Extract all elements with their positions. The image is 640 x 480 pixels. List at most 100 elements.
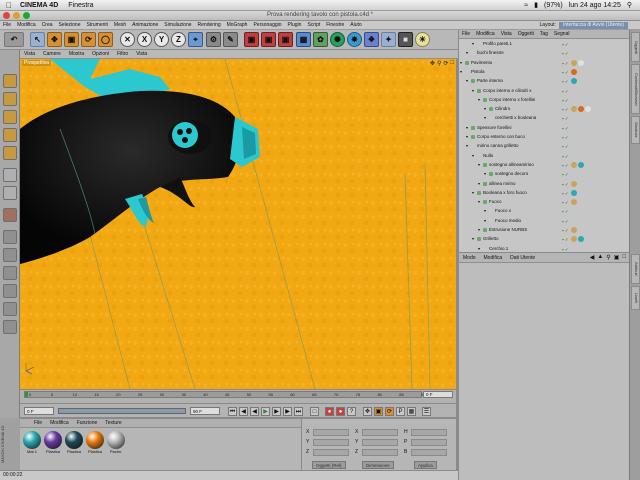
tree-expand-icon[interactable]: ▾ [484,217,486,225]
tag-icon[interactable] [578,161,584,168]
material-swatch[interactable]: Plastica [86,431,104,454]
material-swatch[interactable]: Plastica [44,431,62,454]
tag-icon[interactable] [571,236,577,243]
tag-icon[interactable] [571,189,577,196]
finestra-menu[interactable]: Finestra [68,2,93,9]
lock-icon[interactable]: ▣ [614,254,620,261]
render-view-icon[interactable]: ⚙ [206,32,221,47]
end-frame-field[interactable]: 90 F [190,407,220,415]
object-row[interactable]: ▾ allinea mirino ▪ ✓ [459,180,630,188]
objmgr-menu-oggetti[interactable]: Oggetti [515,31,537,37]
tree-expand-icon[interactable]: ▾ [466,124,468,132]
object-row[interactable]: ▾ mirino canna grilletto ▪ ✓ [459,142,630,150]
tree-expand-icon[interactable]: ▾ [472,189,474,197]
visibility-toggle-icon[interactable]: ▪ ✓ [562,190,569,198]
current-frame-field[interactable]: 0 F [423,391,453,398]
visibility-toggle-icon[interactable]: ▪ ✓ [562,88,569,96]
key-rotation-icon[interactable]: ⟳ [385,407,394,416]
tag-icon[interactable] [571,227,577,233]
tree-expand-icon[interactable]: ▾ [466,77,468,85]
axis-mode-icon[interactable] [3,146,17,160]
object-name[interactable]: Estrusione NURBS [489,226,527,234]
visibility-toggle-icon[interactable]: ▪ ✓ [562,171,569,179]
camera-icon[interactable]: ■ [398,32,413,47]
key-pla-icon[interactable]: ▦ [407,407,416,416]
render-options-icon[interactable]: ▣ [278,32,293,47]
object-row[interactable]: ▾ Cilindro ▪ ✓ [459,105,630,113]
next-key-icon[interactable]: ▶ [283,407,292,416]
tab-attributi[interactable]: Attributi [631,254,640,284]
tag-icon[interactable] [571,199,577,206]
objmgr-menu-segnal[interactable]: Segnal [551,31,573,37]
wifi-icon[interactable]: ≈ [524,2,528,9]
visibility-toggle-icon[interactable]: ▪ ✓ [562,218,569,226]
goto-end-icon[interactable]: ⏭ [294,407,303,416]
start-frame-field[interactable]: 0 F [24,407,54,415]
object-name[interactable]: allinea mirino [489,180,516,188]
perspective-viewport[interactable]: Prospettiva ✥ ⚲ ⟳ □ [20,59,456,389]
close-axis-icon[interactable]: ✕ [120,32,135,47]
solo-icon[interactable] [3,302,17,316]
coord-rot-b-field[interactable] [411,449,447,456]
back-arrow-icon[interactable]: ◀ [590,254,595,261]
objmgr-menu-tag[interactable]: Tag [537,31,551,37]
menu-mograph[interactable]: MoGraph [224,22,251,28]
viewport-menu-pannello[interactable]: Vista [132,51,151,57]
tab-oggetti[interactable]: Oggetti [631,32,640,62]
visibility-toggle-icon[interactable]: ▪ ✓ [562,153,569,161]
object-row[interactable]: ▾ Pavimento ▪ ✓ [459,59,630,67]
spotlight-icon[interactable]: ⚲ [627,1,632,9]
timeline-ruler[interactable]: 051015202530354045505560657075808590 [24,391,425,398]
visibility-toggle-icon[interactable]: ▪ ✓ [562,106,569,114]
viewport-menu-filtro[interactable]: Filtro [113,51,132,57]
coord-pos-y-field[interactable] [313,439,349,446]
object-row[interactable]: ▾ Fuoco ▪ ✓ [459,198,630,206]
zoom-view-icon[interactable]: ⚲ [437,60,441,67]
object-name[interactable]: Corpo esterno con buco [477,133,525,141]
coord-rot-p-field[interactable] [411,439,447,446]
menu-rendering[interactable]: Rendering [195,22,224,28]
tree-expand-icon[interactable]: ▾ [478,226,480,234]
tree-expand-icon[interactable]: ▾ [460,68,462,76]
object-row[interactable]: ▾ Corpo interno e cilindri x ▪ ✓ [459,87,630,95]
tweak-icon[interactable] [3,208,17,222]
object-row[interactable]: ▾ Profilo pareti.1 ▪ ✓ [459,40,630,48]
tree-expand-icon[interactable]: ▾ [466,142,468,150]
tree-expand-icon[interactable]: ▾ [478,180,480,188]
y-axis-icon[interactable]: Y [154,32,169,47]
array-icon[interactable]: ✸ [347,32,362,47]
tree-expand-icon[interactable]: ▾ [472,152,474,160]
maximize-view-icon[interactable]: □ [450,60,454,67]
goto-start-icon[interactable]: ⏮ [228,407,237,416]
visibility-toggle-icon[interactable]: ▪ ✓ [562,125,569,133]
tab-contenuti-browser[interactable]: Contenuti/Browser [631,64,640,114]
object-name[interactable]: sostegno allineamirino [489,161,534,169]
x-axis-icon[interactable]: X [137,32,152,47]
coord-size-z-field[interactable] [362,449,398,456]
auto-key-icon[interactable]: ● [336,407,345,416]
snap-icon[interactable] [3,230,17,244]
object-name[interactable]: Grilletto [483,235,499,243]
viewport-menu-mostra[interactable]: Mostra [65,51,88,57]
make-editable-icon[interactable] [3,74,17,88]
coord-size-dropdown[interactable]: Dimensione [362,461,394,469]
app-menu[interactable]: CINEMA 4D [20,2,58,9]
visibility-toggle-icon[interactable]: ▪ ✓ [562,227,569,235]
deformer-icon[interactable]: ❖ [364,32,379,47]
attr-menu-dati-utente[interactable]: Dati Utente [506,255,539,261]
attr-menu-modo[interactable]: Modo [459,255,480,261]
tree-expand-icon[interactable]: ▾ [478,198,480,206]
object-name[interactable]: sostegno decoro [495,170,528,178]
tree-expand-icon[interactable]: ▾ [466,133,468,141]
tab-livelli[interactable]: Livelli [631,286,640,310]
coord-pos-x-field[interactable] [313,429,349,436]
tag-icon[interactable] [585,106,591,113]
light-icon[interactable]: ☀ [415,32,430,47]
object-row[interactable]: ▾ Spessore forellini ▪ ✓ [459,124,630,132]
menu-animazione[interactable]: Animazione [129,22,161,28]
objmgr-menu-file[interactable]: File [459,31,473,37]
object-name[interactable]: Booleana x foro fuoco [483,189,527,197]
visibility-toggle-icon[interactable]: ▪ ✓ [562,41,569,49]
object-name[interactable]: Profilo pareti.1 [483,40,512,48]
object-row[interactable]: ▾ Corpo esterno con buco ▪ ✓ [459,133,630,141]
